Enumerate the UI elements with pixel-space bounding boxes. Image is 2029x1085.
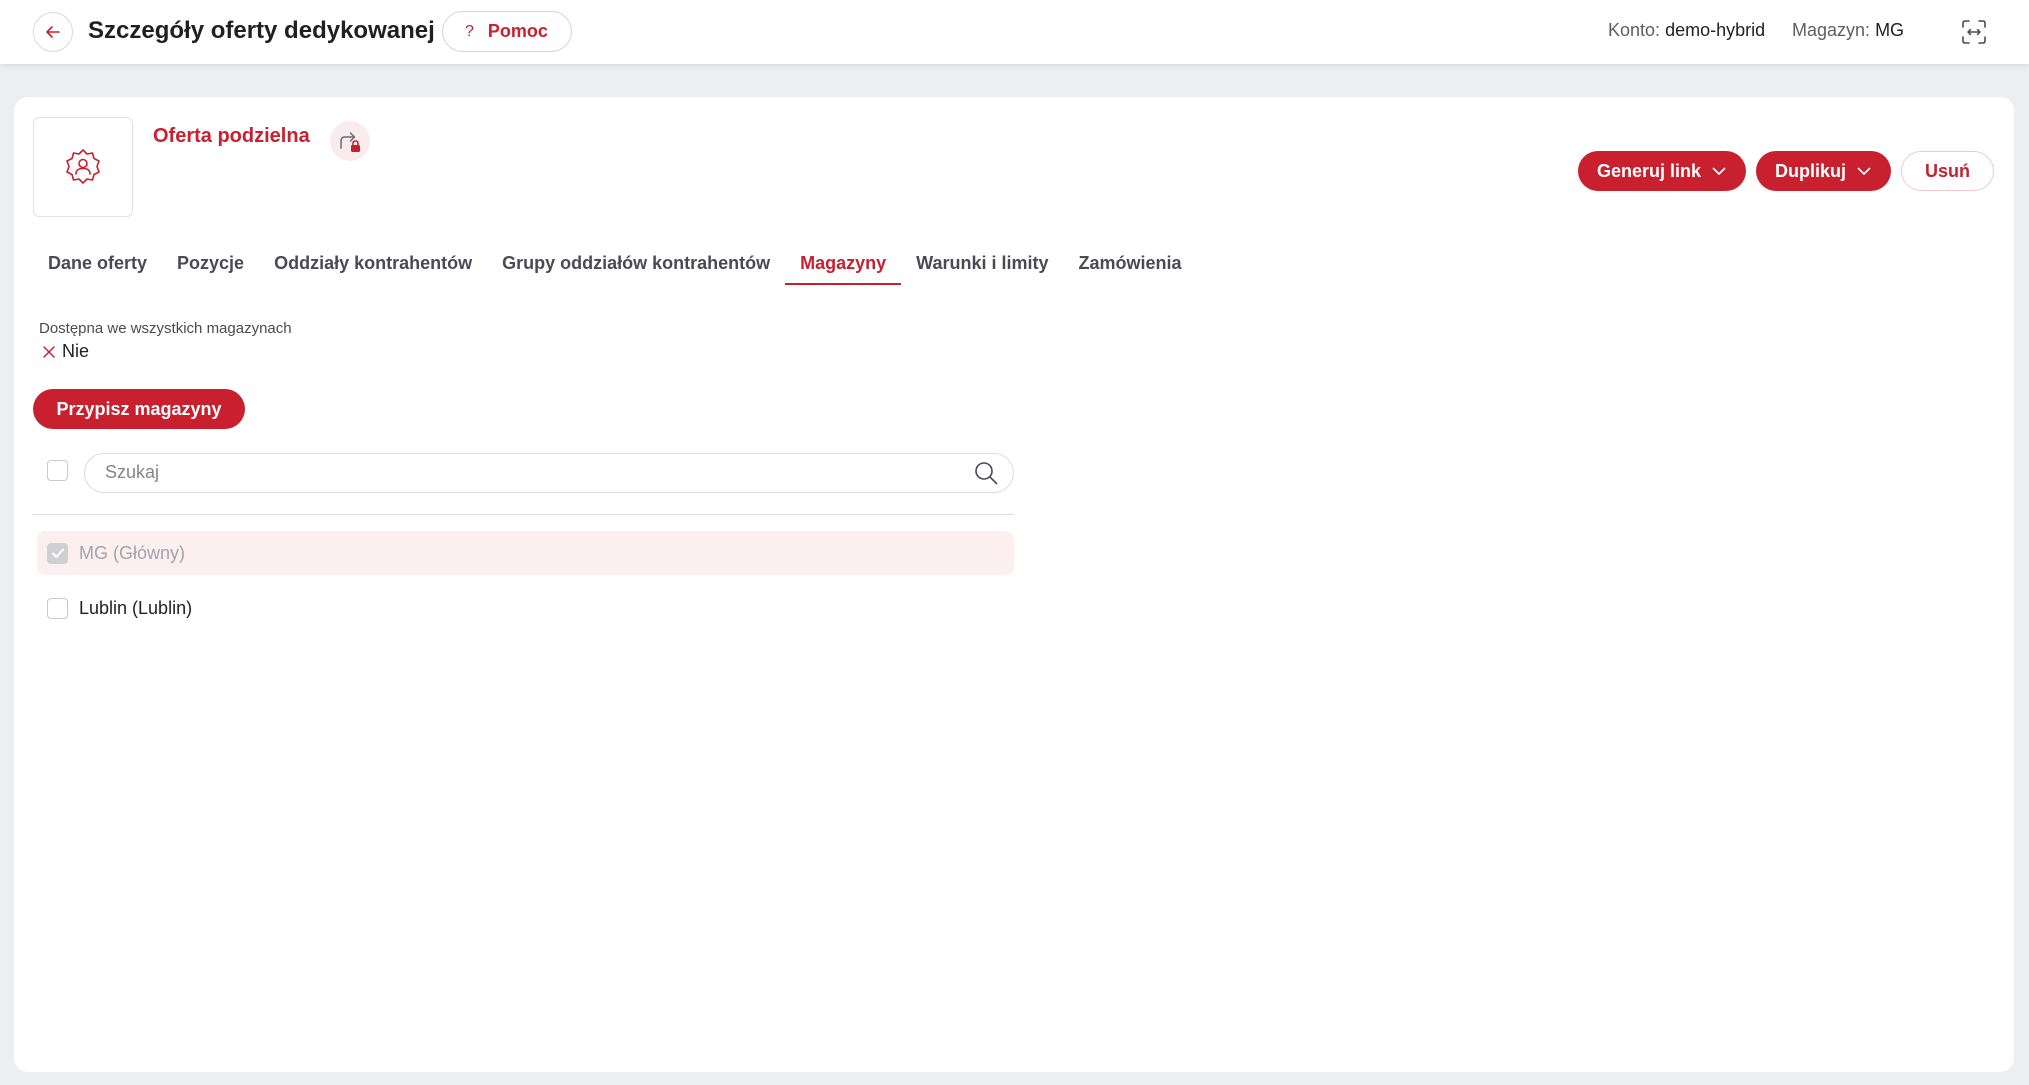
account-info: Konto: demo-hybrid	[1608, 20, 1765, 41]
divider	[33, 514, 1014, 515]
availability-label: Dostępna we wszystkich magazynach	[39, 320, 292, 337]
duplicate-label: Duplikuj	[1775, 160, 1846, 181]
generate-link-label: Generuj link	[1596, 160, 1702, 181]
list-item[interactable]: Lublin (Lublin)	[37, 586, 1014, 630]
page-title: Szczegóły oferty dedykowanej	[88, 17, 435, 44]
tab-customer-branch-groups[interactable]: Grupy oddziałów kontrahentów	[487, 245, 785, 285]
checkmark-icon	[51, 548, 64, 558]
tab-customer-branches[interactable]: Oddziały kontrahentów	[259, 245, 487, 285]
assign-warehouses-button[interactable]: Przypisz magazyny	[33, 389, 245, 429]
arrow-left-icon	[46, 26, 60, 38]
chevron-down-icon	[1712, 167, 1726, 175]
top-bar: Szczegóły oferty dedykowanej ? Pomoc Kon…	[0, 0, 2029, 64]
tab-warehouses[interactable]: Magazyny	[785, 245, 902, 285]
duplicate-button[interactable]: Duplikuj	[1756, 151, 1891, 191]
warehouse-label: Magazyn:	[1792, 20, 1871, 40]
offer-title: Oferta podzielna	[153, 125, 310, 147]
warehouse-info: Magazyn: MG	[1792, 20, 1904, 41]
question-icon: ?	[465, 22, 474, 40]
help-label: Pomoc	[487, 21, 548, 41]
warehouse-checkbox	[47, 542, 68, 564]
account-label: Konto:	[1608, 20, 1661, 40]
close-icon	[43, 345, 55, 358]
availability-value: Nie	[42, 341, 89, 362]
tab-bar: Dane oferty Pozycje Oddziały kontrahentó…	[33, 245, 1197, 285]
delete-button[interactable]: Usuń	[1901, 151, 1994, 191]
warehouse-value: MG	[1875, 20, 1905, 40]
fullscreen-button[interactable]	[1958, 16, 1990, 48]
tab-positions[interactable]: Pozycje	[162, 245, 259, 285]
warehouse-label: MG (Główny)	[79, 542, 186, 563]
tab-conditions-limits[interactable]: Warunki i limity	[901, 245, 1063, 285]
badge-user-icon	[66, 149, 100, 184]
availability-value-text: Nie	[62, 341, 90, 361]
offer-details-card: Oferta podzielna Generuj link Duplikuj U…	[14, 97, 2014, 1072]
share-lock-button[interactable]	[330, 121, 370, 161]
warehouse-checkbox[interactable]	[47, 597, 68, 619]
help-button[interactable]: ? Pomoc	[442, 11, 572, 52]
list-item: MG (Główny)	[37, 531, 1014, 575]
search-box	[84, 453, 1014, 493]
account-value: demo-hybrid	[1665, 20, 1766, 40]
fullscreen-icon	[1962, 20, 1986, 44]
warehouse-label: Lublin (Lublin)	[79, 597, 193, 618]
generate-link-button[interactable]: Generuj link	[1578, 151, 1746, 191]
delete-label: Usuń	[1925, 160, 1970, 181]
chevron-down-icon	[1857, 167, 1871, 175]
select-all-checkbox[interactable]	[47, 460, 68, 481]
tab-offer-data[interactable]: Dane oferty	[33, 245, 162, 285]
search-icon[interactable]	[973, 460, 999, 486]
offer-icon-box	[33, 117, 133, 217]
tab-orders[interactable]: Zamówienia	[1064, 245, 1197, 285]
share-lock-icon	[340, 132, 360, 152]
back-button[interactable]	[33, 12, 73, 52]
search-input[interactable]	[103, 454, 953, 491]
